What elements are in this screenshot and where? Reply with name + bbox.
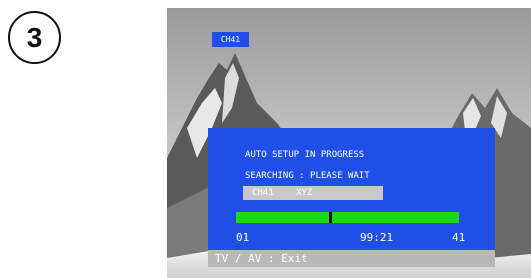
progress-marker (328, 212, 332, 223)
channel-field-name: XYZ (296, 188, 313, 198)
auto-setup-panel: AUTO SETUP IN PROGRESS SEARCHING : PLEAS… (208, 128, 495, 258)
progress-start-label: 01 (236, 231, 250, 244)
tv-screen: CH41 AUTO SETUP IN PROGRESS SEARCHING : … (167, 8, 531, 278)
step-number-circle: 3 (8, 11, 61, 64)
channel-field-number: CH41 (252, 188, 274, 198)
progress-end-label: 41 (452, 231, 466, 244)
panel-title: AUTO SETUP IN PROGRESS (245, 150, 365, 160)
progress-current-label: 99:21 (360, 231, 394, 244)
channel-badge: CH41 (212, 32, 249, 47)
step-number: 3 (26, 21, 43, 53)
search-status: SEARCHING : PLEASE WAIT (245, 171, 370, 181)
progress-bar (236, 212, 459, 223)
exit-hint-bar: TV / AV : Exit (208, 250, 495, 267)
channel-name-field: CH41 XYZ (243, 186, 383, 200)
